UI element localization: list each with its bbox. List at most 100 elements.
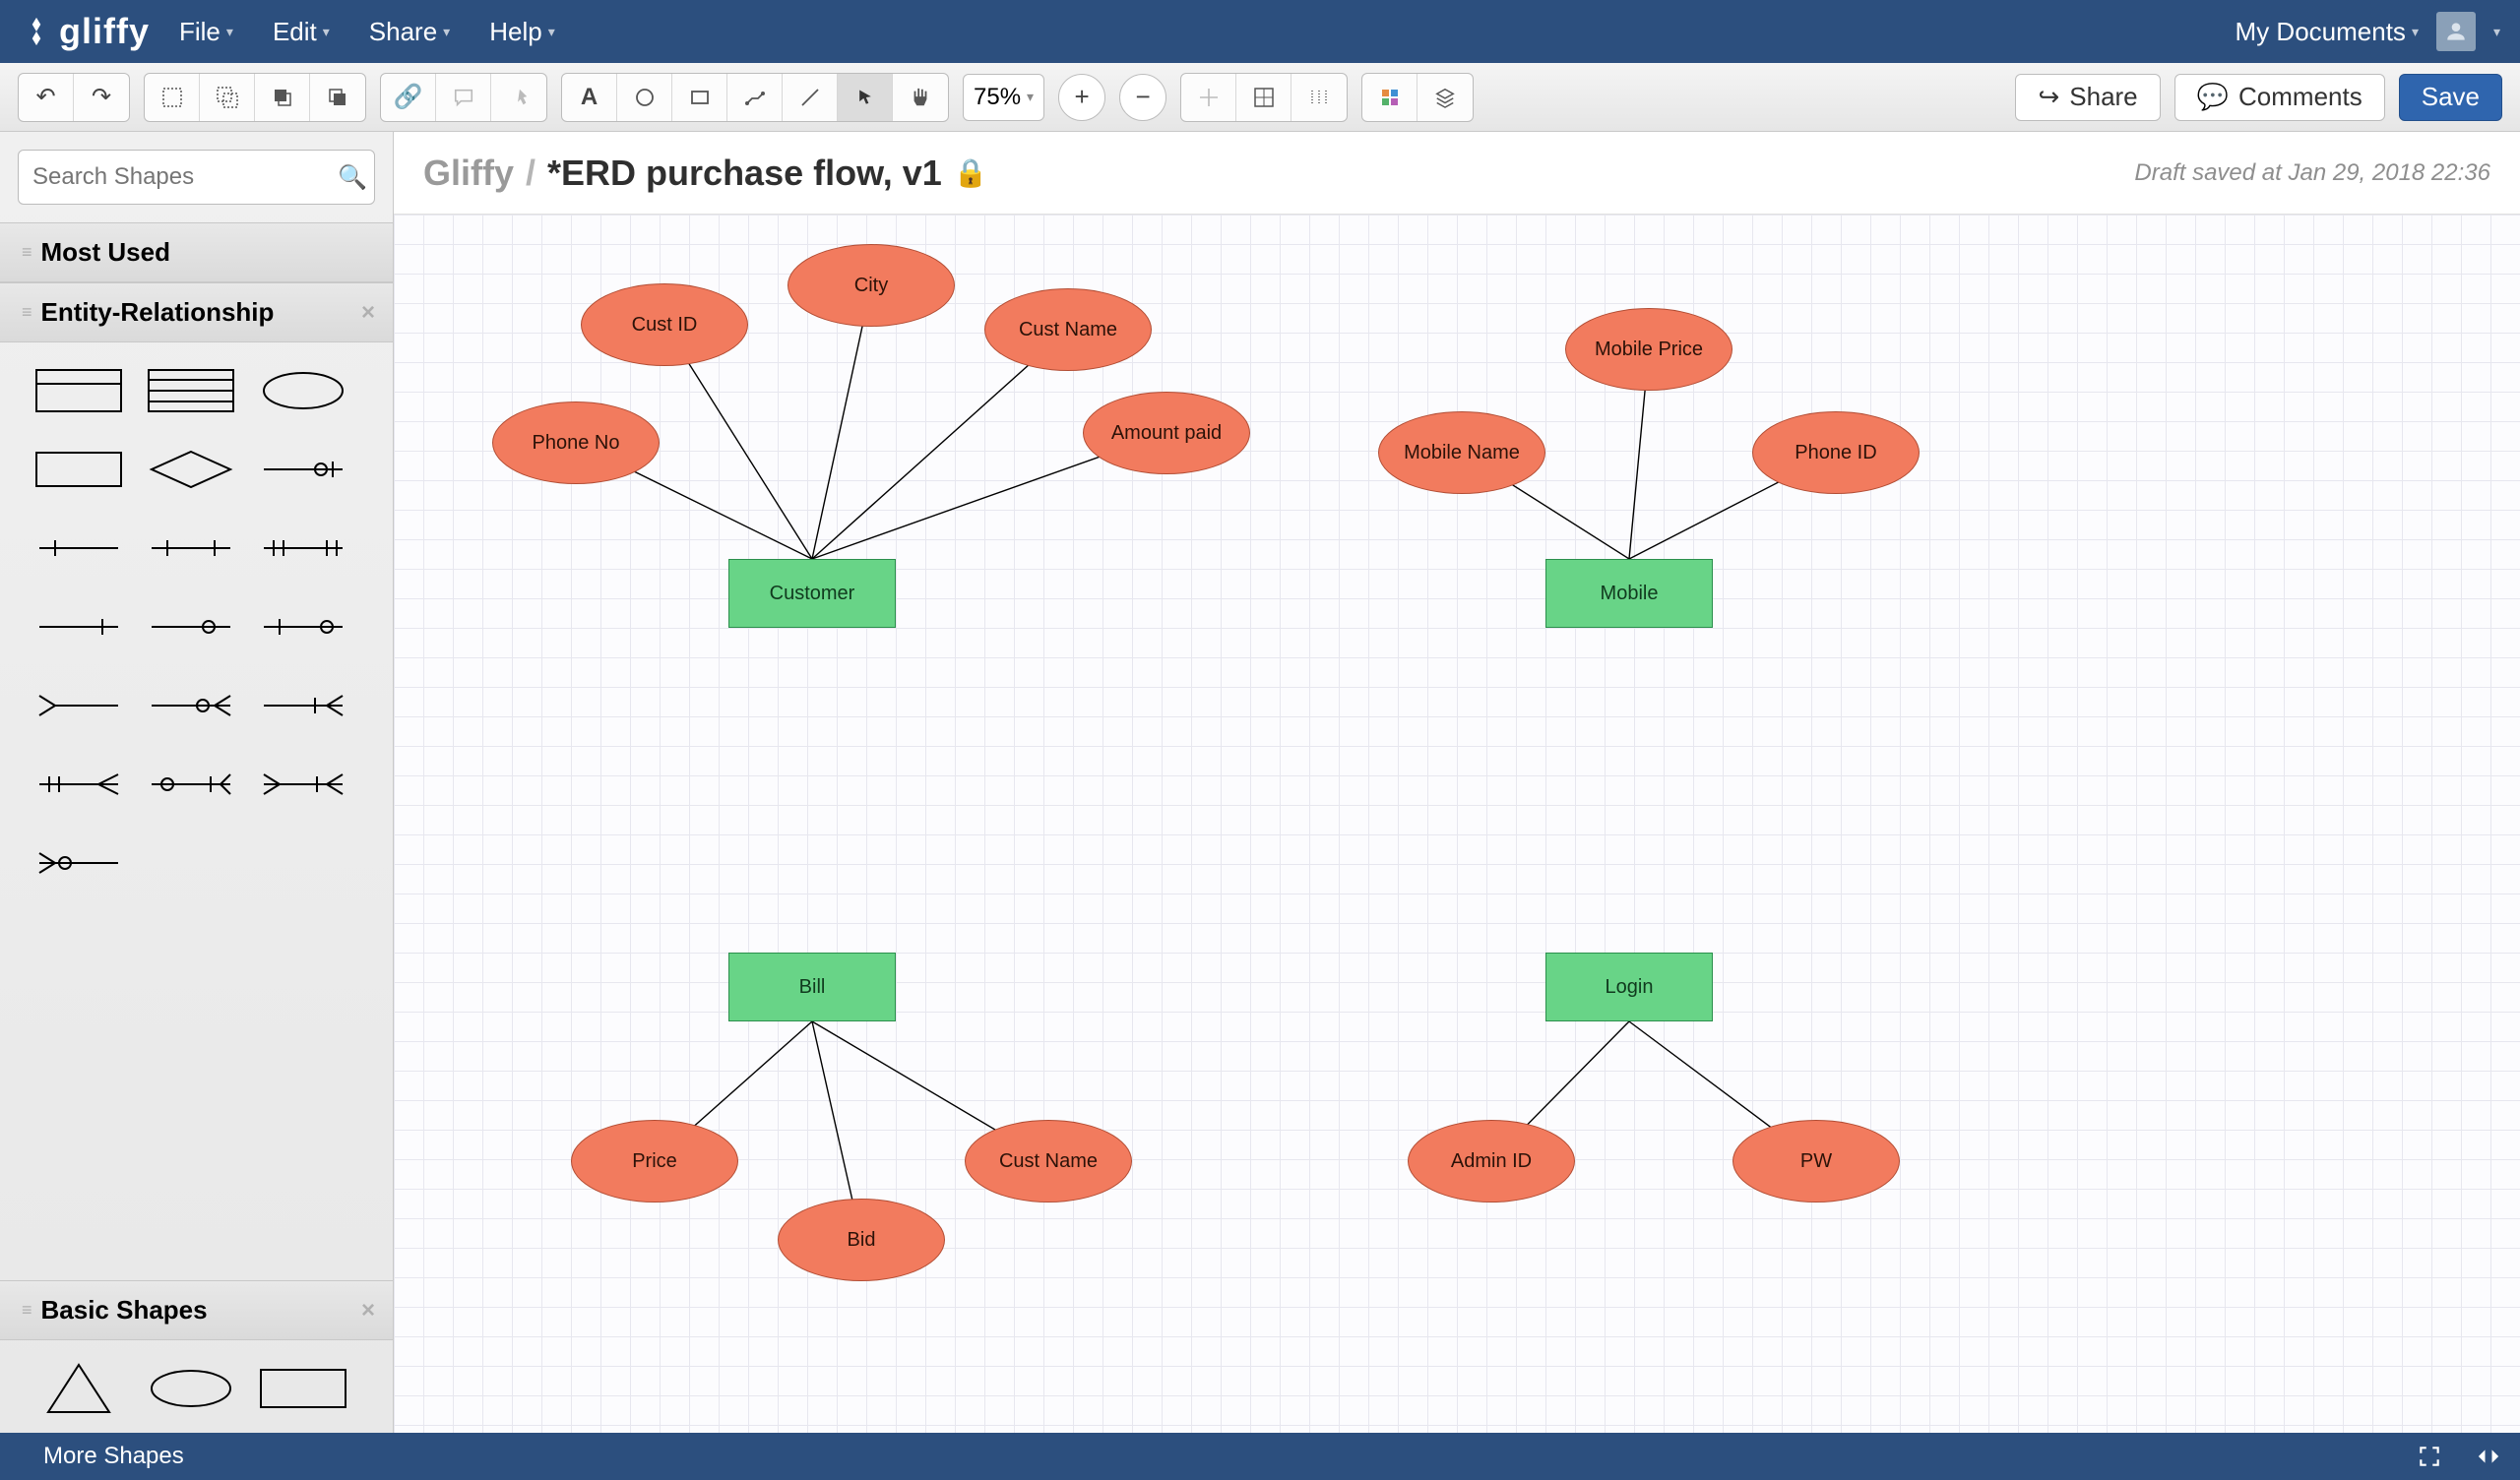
attribute-node[interactable]: Phone No bbox=[492, 401, 660, 484]
close-icon[interactable]: × bbox=[361, 1297, 375, 1325]
connector-tool[interactable] bbox=[727, 74, 783, 121]
attribute-node[interactable]: Price bbox=[571, 1120, 738, 1202]
ellipse-shape[interactable] bbox=[142, 1364, 240, 1413]
er-line-plain[interactable] bbox=[30, 602, 128, 651]
link-button[interactable]: 🔗 bbox=[381, 74, 436, 121]
save-button[interactable]: Save bbox=[2399, 74, 2502, 121]
er-many-many-bar[interactable] bbox=[30, 760, 128, 809]
er-entity-shape[interactable] bbox=[30, 366, 128, 415]
bottom-bar: More Shapes bbox=[0, 1433, 2520, 1480]
search-input[interactable] bbox=[32, 163, 338, 191]
zoom-level[interactable]: 75%▾ bbox=[963, 74, 1044, 121]
user-avatar[interactable] bbox=[2436, 12, 2476, 51]
triangle-shape[interactable] bbox=[30, 1364, 128, 1413]
rectangle-shape[interactable] bbox=[254, 1364, 352, 1413]
search-shapes[interactable]: 🔍 bbox=[18, 150, 375, 205]
attribute-node[interactable]: Bid bbox=[778, 1199, 945, 1281]
er-rect-shape[interactable] bbox=[30, 445, 128, 494]
entity-mobile[interactable]: Mobile bbox=[1545, 559, 1713, 628]
shapes-tools-group: A bbox=[561, 73, 949, 122]
menu-share[interactable]: Share▾ bbox=[369, 17, 450, 47]
er-line-one-one[interactable] bbox=[142, 524, 240, 573]
pointer-tool[interactable] bbox=[838, 74, 893, 121]
document-title[interactable]: *ERD purchase flow, v1 bbox=[547, 153, 942, 194]
send-back-button[interactable] bbox=[310, 74, 365, 121]
menu-bar: File▾ Edit▾ Share▾ Help▾ bbox=[179, 17, 555, 47]
text-tool[interactable]: A bbox=[562, 74, 617, 121]
er-relationship-shape[interactable] bbox=[142, 445, 240, 494]
expand-right-icon[interactable] bbox=[2477, 1439, 2512, 1474]
history-group: ↶ ↷ bbox=[18, 73, 130, 122]
attribute-node[interactable]: Phone ID bbox=[1752, 411, 1920, 494]
menu-edit[interactable]: Edit▾ bbox=[273, 17, 330, 47]
er-line-circle-bar[interactable] bbox=[254, 445, 352, 494]
attribute-node[interactable]: Cust Name bbox=[984, 288, 1152, 371]
menu-help[interactable]: Help▾ bbox=[489, 17, 555, 47]
er-crowfoot-one[interactable] bbox=[254, 681, 352, 730]
redo-button[interactable]: ↷ bbox=[74, 74, 129, 121]
group-button[interactable] bbox=[145, 74, 200, 121]
rectangle-tool[interactable] bbox=[672, 74, 727, 121]
lock-icon: 🔒 bbox=[954, 156, 988, 189]
er-line-circle[interactable] bbox=[142, 602, 240, 651]
er-shapes-grid bbox=[0, 342, 393, 897]
insert-group: 🔗 bbox=[380, 73, 547, 122]
fit-window-icon[interactable] bbox=[2412, 1439, 2447, 1474]
section-entity-relationship[interactable]: ≡ Entity-Relationship × bbox=[0, 282, 393, 342]
entity-login[interactable]: Login bbox=[1545, 953, 1713, 1021]
er-line-circle-one[interactable] bbox=[254, 602, 352, 651]
ellipse-tool[interactable] bbox=[617, 74, 672, 121]
draft-status: Draft saved at Jan 29, 2018 22:36 bbox=[2134, 159, 2490, 187]
close-icon[interactable]: × bbox=[361, 299, 375, 327]
grip-icon: ≡ bbox=[22, 302, 30, 323]
distribute-button[interactable] bbox=[1292, 74, 1347, 121]
er-line-one-left[interactable] bbox=[30, 524, 128, 573]
line-tool[interactable] bbox=[783, 74, 838, 121]
comments-button[interactable]: 💬Comments bbox=[2174, 74, 2385, 121]
caret-down-icon: ▾ bbox=[2412, 24, 2419, 40]
brand-logo[interactable]: gliffy bbox=[20, 11, 150, 52]
attribute-node[interactable]: Mobile Name bbox=[1378, 411, 1545, 494]
undo-button[interactable]: ↶ bbox=[19, 74, 74, 121]
attribute-node[interactable]: Cust ID bbox=[581, 283, 748, 366]
popup-button[interactable] bbox=[491, 74, 546, 121]
er-entity-rows-shape[interactable] bbox=[142, 366, 240, 415]
attribute-node[interactable]: Admin ID bbox=[1408, 1120, 1575, 1202]
entity-bill[interactable]: Bill bbox=[728, 953, 896, 1021]
er-crowfoot-left[interactable] bbox=[30, 681, 128, 730]
canvas[interactable]: Customer Mobile Bill Login Phone No Cust ID Ci… bbox=[394, 215, 2520, 1433]
attribute-node[interactable]: Cust Name bbox=[965, 1120, 1132, 1202]
caret-down-icon: ▾ bbox=[226, 24, 233, 40]
show-grid-button[interactable] bbox=[1236, 74, 1292, 121]
layers-button[interactable] bbox=[1418, 74, 1473, 121]
menu-file[interactable]: File▾ bbox=[179, 17, 233, 47]
er-line-many-one[interactable] bbox=[254, 524, 352, 573]
theme-button[interactable] bbox=[1362, 74, 1418, 121]
ungroup-button[interactable] bbox=[200, 74, 255, 121]
top-nav: gliffy File▾ Edit▾ Share▾ Help▾ My Docum… bbox=[0, 0, 2520, 63]
zoom-in-button[interactable]: + bbox=[1058, 74, 1105, 121]
share-button[interactable]: ↪Share bbox=[2015, 74, 2160, 121]
section-basic-shapes[interactable]: ≡ Basic Shapes × bbox=[0, 1280, 393, 1340]
er-many-circle[interactable] bbox=[142, 760, 240, 809]
attribute-node[interactable]: City bbox=[788, 244, 955, 327]
zoom-out-button[interactable]: − bbox=[1119, 74, 1166, 121]
breadcrumb: Gliffy / *ERD purchase flow, v1 🔒 bbox=[423, 153, 988, 194]
pan-tool[interactable] bbox=[893, 74, 948, 121]
attribute-node[interactable]: Amount paid bbox=[1083, 392, 1250, 474]
group-ops bbox=[144, 73, 366, 122]
er-attribute-shape[interactable] bbox=[254, 366, 352, 415]
snap-grid-button[interactable] bbox=[1181, 74, 1236, 121]
er-crowfoot-circle[interactable] bbox=[142, 681, 240, 730]
my-documents-link[interactable]: My Documents▾ bbox=[2236, 17, 2419, 47]
breadcrumb-root[interactable]: Gliffy bbox=[423, 153, 514, 194]
note-button[interactable] bbox=[436, 74, 491, 121]
er-circle-many[interactable] bbox=[30, 838, 128, 888]
er-many-many[interactable] bbox=[254, 760, 352, 809]
attribute-node[interactable]: PW bbox=[1732, 1120, 1900, 1202]
more-shapes-link[interactable]: More Shapes bbox=[43, 1443, 184, 1470]
attribute-node[interactable]: Mobile Price bbox=[1565, 308, 1732, 391]
bring-front-button[interactable] bbox=[255, 74, 310, 121]
entity-customer[interactable]: Customer bbox=[728, 559, 896, 628]
section-most-used[interactable]: ≡ Most Used bbox=[0, 222, 393, 282]
